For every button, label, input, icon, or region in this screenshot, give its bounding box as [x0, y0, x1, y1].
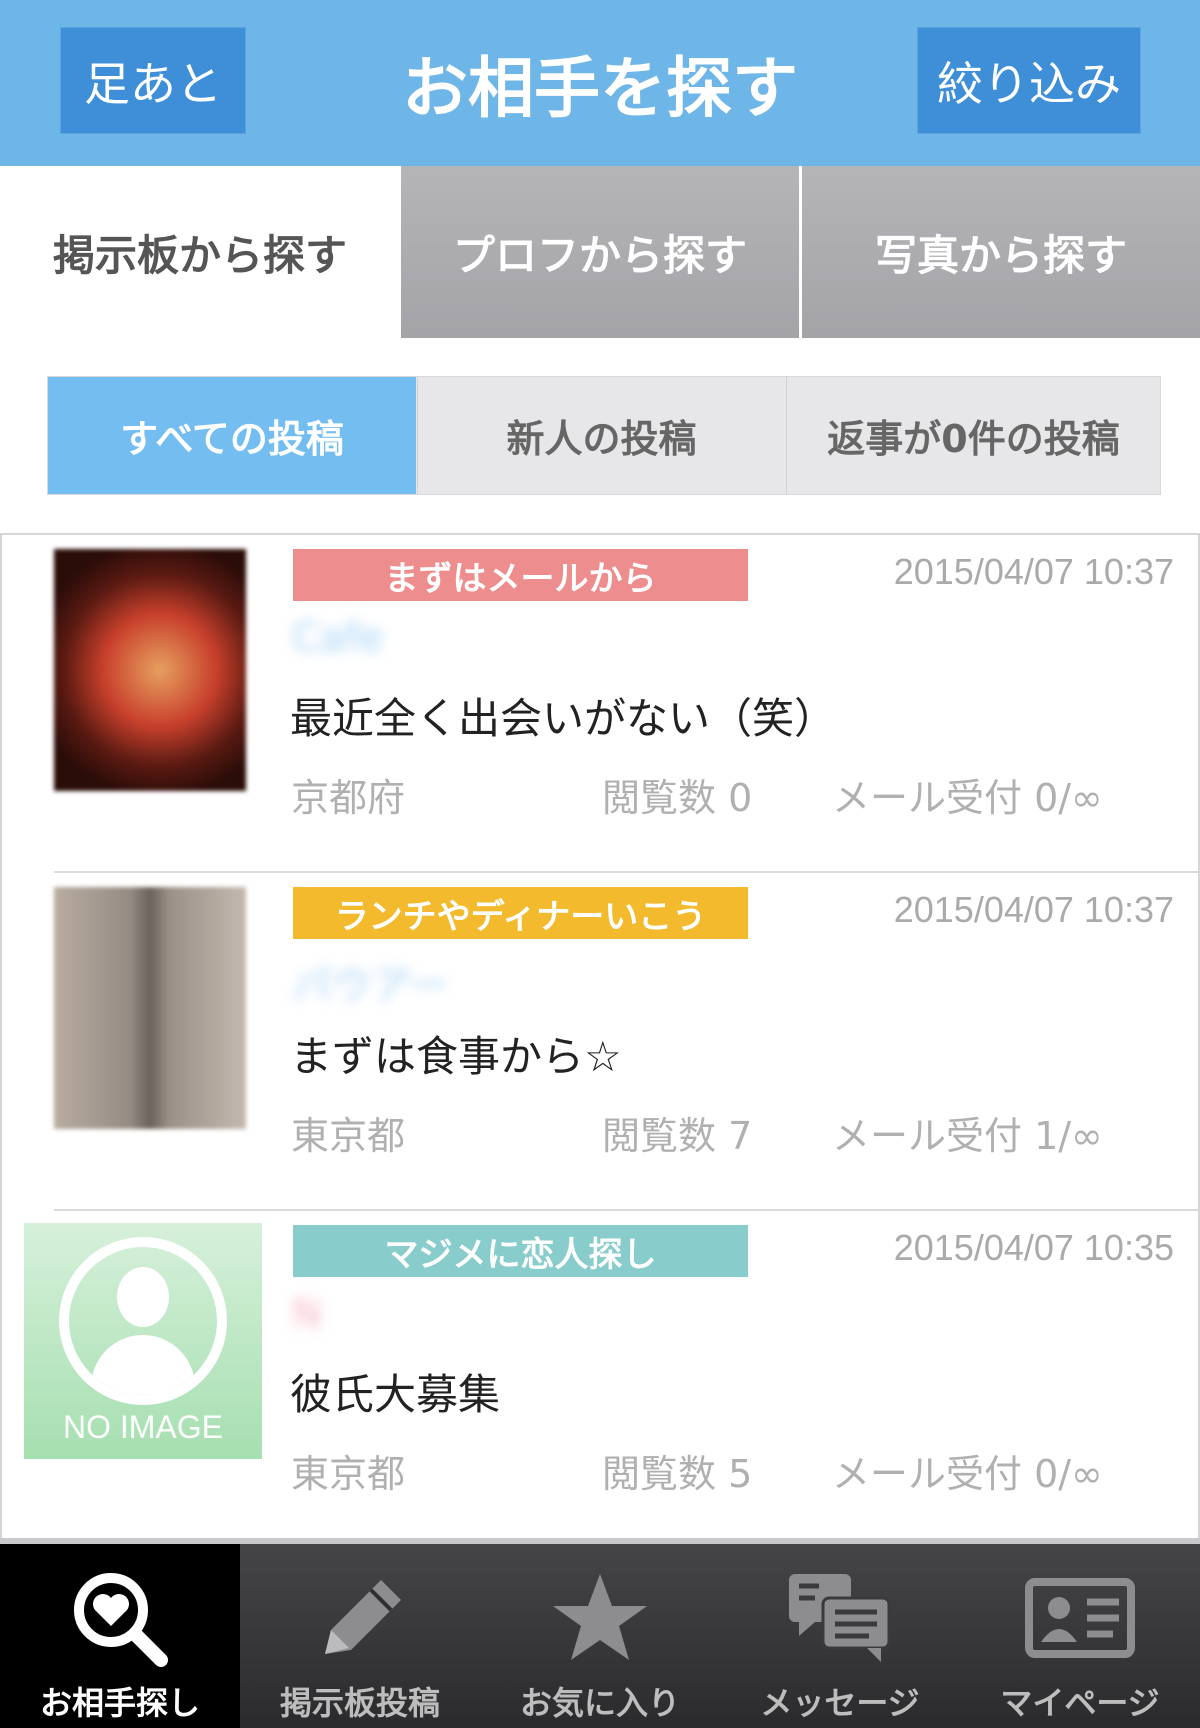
mail-acceptance: メール受付 0/∞ [832, 776, 1103, 820]
nav-partner-search[interactable]: お相手探し [0, 1544, 240, 1728]
prefecture: 東京都 [291, 1452, 406, 1496]
nav-favorites[interactable]: お気に入り [480, 1544, 720, 1728]
nav-label: お気に入り [519, 1684, 680, 1722]
no-image-avatar[interactable]: NO IMAGE [24, 1223, 262, 1459]
post-timestamp: 2015/04/07 10:37 [893, 889, 1174, 930]
chat-bubbles-icon [785, 1568, 895, 1668]
bottom-nav: お相手探し 掲示板投稿 お気に入り メッセージ マイページ [0, 1538, 1200, 1728]
filter-button[interactable]: 絞り込み [917, 27, 1141, 134]
list-item[interactable]: NO IMAGE マジメに恋人探し 2015/04/07 10:35 N 彼氏大… [2, 1211, 1198, 1549]
post-message: 彼氏大募集 [290, 1370, 501, 1419]
category-badge: ランチやディナーいこう [293, 887, 748, 939]
star-icon [545, 1568, 655, 1668]
prefecture: 京都府 [291, 776, 406, 820]
mail-acceptance: メール受付 1/∞ [832, 1114, 1103, 1158]
header-bar: 足あと お相手を探す 絞り込み [0, 0, 1200, 166]
nickname[interactable]: N [292, 1291, 322, 1347]
tab-profile-search[interactable]: プロフから探す [401, 166, 799, 338]
nav-label: お相手探し [39, 1684, 200, 1722]
main-tabs: 掲示板から探す プロフから探す 写真から探す [0, 166, 1200, 338]
search-heart-icon [65, 1568, 175, 1668]
no-image-label: NO IMAGE [62, 1409, 223, 1445]
sub-tabs: すべての投稿 新人の投稿 返事が0件の投稿 [47, 376, 1161, 495]
prefecture: 東京都 [291, 1114, 406, 1158]
list-item[interactable]: まずはメールから 2015/04/07 10:37 Cafe 最近全く出会いがな… [2, 535, 1198, 873]
footprints-button[interactable]: 足あと [60, 27, 246, 134]
person-silhouette-icon [59, 1237, 227, 1405]
avatar[interactable] [54, 549, 246, 791]
post-timestamp: 2015/04/07 10:37 [893, 551, 1174, 592]
category-badge: まずはメールから [293, 549, 748, 601]
post-list: まずはメールから 2015/04/07 10:37 Cafe 最近全く出会いがな… [0, 533, 1200, 1538]
category-badge: マジメに恋人探し [293, 1225, 748, 1277]
avatar[interactable] [54, 887, 246, 1129]
view-count: 閲覧数 5 [602, 1452, 753, 1496]
tab-board-search[interactable]: 掲示板から探す [0, 166, 400, 338]
page-title: お相手を探す [402, 49, 798, 127]
tab-photo-search[interactable]: 写真から探す [802, 166, 1200, 338]
id-card-icon [1025, 1568, 1135, 1668]
nav-messages[interactable]: メッセージ [720, 1544, 960, 1728]
view-count: 閲覧数 7 [602, 1114, 753, 1158]
view-count: 閲覧数 0 [602, 776, 753, 820]
nav-mypage[interactable]: マイページ [960, 1544, 1200, 1728]
subtab-new-member-posts[interactable]: 新人の投稿 [417, 377, 785, 494]
nav-label: メッセージ [760, 1684, 920, 1722]
mail-acceptance: メール受付 0/∞ [832, 1452, 1103, 1496]
post-timestamp: 2015/04/07 10:35 [893, 1227, 1174, 1268]
subtab-all-posts[interactable]: すべての投稿 [48, 377, 416, 494]
list-item[interactable]: ランチやディナーいこう 2015/04/07 10:37 パウアー まずは食事か… [2, 873, 1198, 1211]
post-message: まずは食事から☆ [290, 1032, 622, 1081]
nav-label: 掲示板投稿 [279, 1684, 440, 1722]
nav-label: マイページ [1000, 1684, 1160, 1722]
nav-board-post[interactable]: 掲示板投稿 [240, 1544, 480, 1728]
nickname[interactable]: パウアー [292, 953, 450, 1009]
subtab-zero-reply-posts[interactable]: 返事が0件の投稿 [786, 377, 1160, 494]
pencil-icon [305, 1568, 415, 1668]
nickname[interactable]: Cafe [292, 615, 383, 671]
post-message: 最近全く出会いがない（笑） [290, 694, 837, 743]
